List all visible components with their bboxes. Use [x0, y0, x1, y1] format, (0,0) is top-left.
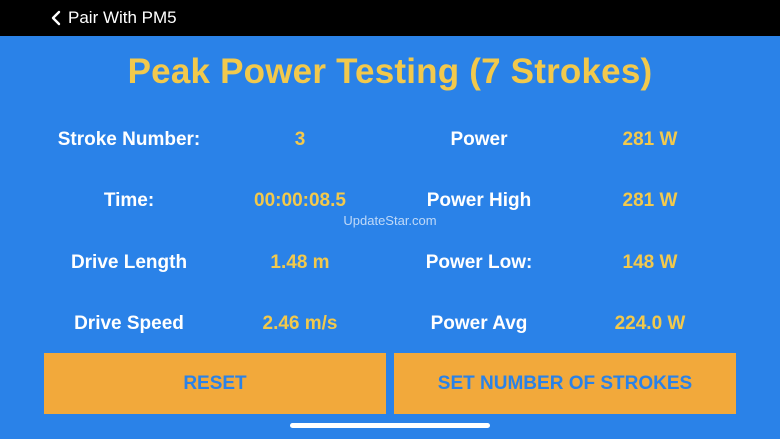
reset-button[interactable]: RESET	[44, 353, 386, 414]
home-indicator[interactable]	[290, 423, 490, 428]
power-high-label: Power High	[426, 190, 532, 211]
drive-speed-label: Drive Speed	[74, 313, 184, 334]
drive-length-value: 1.48 m	[270, 252, 330, 273]
power-label: Power	[450, 129, 508, 150]
power-high-value: 281 W	[622, 190, 678, 211]
power-low-label: Power Low:	[425, 252, 533, 273]
power-low-value: 148 W	[622, 252, 678, 273]
set-number-of-strokes-button[interactable]: SET NUMBER OF STROKES	[394, 353, 736, 414]
power-avg-label: Power Avg	[430, 313, 528, 334]
set-number-of-strokes-button-label: SET NUMBER OF STROKES	[437, 372, 693, 394]
stroke-number-value: 3	[294, 129, 306, 150]
drive-length-label: Drive Length	[70, 252, 188, 273]
time-value: 00:00:08.5	[254, 190, 346, 211]
time-label: Time:	[103, 190, 155, 211]
power-value: 281 W	[622, 129, 678, 150]
stroke-number-label: Stroke Number:	[57, 129, 201, 150]
power-avg-value: 224.0 W	[614, 313, 686, 334]
reset-button-label: RESET	[183, 372, 247, 394]
drive-speed-value: 2.46 m/s	[262, 313, 338, 334]
watermark: UpdateStar.com	[343, 213, 437, 228]
